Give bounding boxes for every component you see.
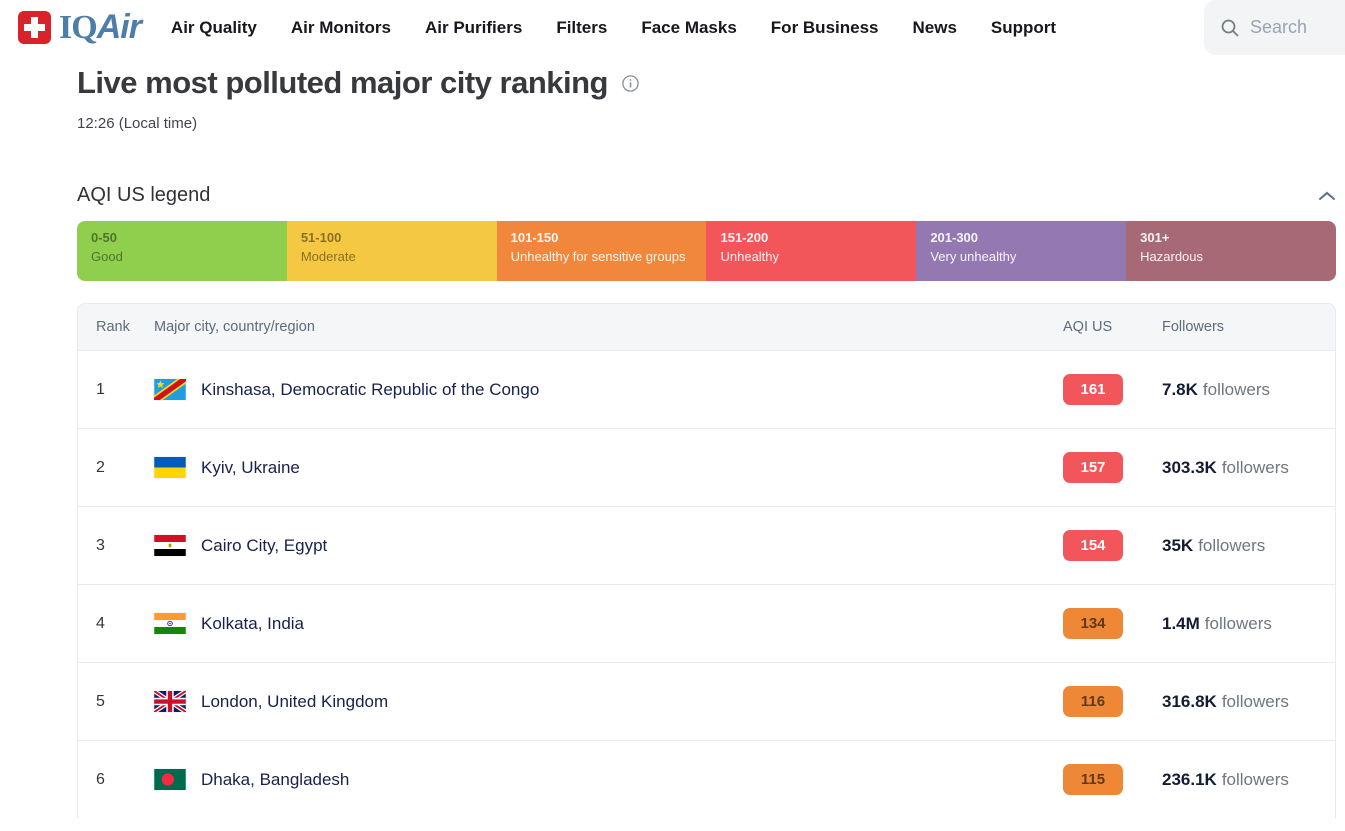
legend-title: AQI US legend [77, 184, 210, 207]
legend-band-unhealthy: 151-200 Unhealthy [706, 221, 916, 281]
header-city: Major city, country/region [154, 319, 1045, 335]
nav-item-air-quality[interactable]: Air Quality [171, 18, 257, 38]
header-followers: Followers [1125, 319, 1335, 335]
city-link[interactable]: London, United Kingdom [201, 692, 388, 712]
rank-value: 5 [78, 693, 154, 711]
band-range: 51-100 [301, 230, 483, 245]
table-row[interactable]: 5 London, United Kingdom 116 316.8K follo… [78, 662, 1335, 740]
aqi-legend-bar: 0-50 Good 51-100 Moderate 101-150 Unheal… [77, 221, 1336, 281]
nav-item-support[interactable]: Support [991, 18, 1056, 38]
table-row[interactable]: 6 Dhaka, Bangladesh 115 236.1K followers [78, 740, 1335, 818]
table-row[interactable]: 2 Kyiv, Ukraine 157 303.3K followers [78, 428, 1335, 506]
followers-label: followers [1205, 614, 1272, 633]
band-label: Unhealthy for sensitive groups [511, 249, 693, 264]
band-range: 0-50 [91, 230, 273, 245]
followers-label: followers [1222, 692, 1289, 711]
band-label: Moderate [301, 249, 483, 264]
rank-value: 1 [78, 381, 154, 399]
followers-label: followers [1222, 770, 1289, 789]
table-row[interactable]: 1 Kinshasa, Democratic Republic of the C… [78, 350, 1335, 428]
city-link[interactable]: Kolkata, India [201, 614, 304, 634]
aqi-badge: 161 [1063, 374, 1123, 405]
header-aqi: AQI US [1045, 319, 1125, 335]
aqi-badge: 154 [1063, 530, 1123, 561]
city-link[interactable]: Kinshasa, Democratic Republic of the Con… [201, 380, 539, 400]
country-flag-icon [154, 379, 186, 400]
main-nav: Air Quality Air Monitors Air Purifiers F… [171, 18, 1056, 38]
search-input[interactable]: Search [1204, 0, 1345, 55]
aqi-badge: 116 [1063, 686, 1123, 717]
band-range: 201-300 [930, 230, 1112, 245]
legend-band-usg: 101-150 Unhealthy for sensitive groups [497, 221, 707, 281]
city-link[interactable]: Cairo City, Egypt [201, 536, 327, 556]
followers-label: followers [1198, 536, 1265, 555]
search-placeholder: Search [1250, 17, 1307, 38]
info-icon[interactable] [622, 75, 639, 92]
country-flag-icon [154, 769, 186, 790]
legend-band-moderate: 51-100 Moderate [287, 221, 497, 281]
city-ranking-table: Rank Major city, country/region AQI US F… [77, 303, 1336, 818]
search-icon [1220, 18, 1240, 38]
iqair-logo[interactable]: IQAir [18, 8, 141, 47]
followers-count: 7.8K [1162, 380, 1198, 399]
swiss-cross-logo-icon [18, 11, 51, 44]
nav-item-for-business[interactable]: For Business [771, 18, 879, 38]
legend-band-hazardous: 301+ Hazardous [1126, 221, 1336, 281]
band-label: Good [91, 249, 273, 264]
nav-item-filters[interactable]: Filters [556, 18, 607, 38]
page-title: Live most polluted major city ranking [77, 65, 608, 101]
followers-label: followers [1222, 458, 1289, 477]
band-label: Very unhealthy [930, 249, 1112, 264]
followers-count: 236.1K [1162, 770, 1217, 789]
legend-band-very-unhealthy: 201-300 Very unhealthy [916, 221, 1126, 281]
header-rank: Rank [78, 319, 154, 335]
aqi-badge: 134 [1063, 608, 1123, 639]
local-time-label: 12:26 (Local time) [77, 115, 1336, 132]
table-row[interactable]: 3 Cairo City, Egypt 154 35K followers [78, 506, 1335, 584]
followers-count: 35K [1162, 536, 1193, 555]
band-range: 151-200 [720, 230, 902, 245]
rank-value: 4 [78, 615, 154, 633]
nav-item-face-masks[interactable]: Face Masks [641, 18, 736, 38]
table-header-row: Rank Major city, country/region AQI US F… [78, 304, 1335, 350]
city-link[interactable]: Kyiv, Ukraine [201, 458, 300, 478]
nav-item-air-purifiers[interactable]: Air Purifiers [425, 18, 522, 38]
band-range: 301+ [1140, 230, 1322, 245]
followers-label: followers [1203, 380, 1270, 399]
aqi-badge: 115 [1063, 764, 1123, 795]
rank-value: 2 [78, 459, 154, 477]
followers-count: 303.3K [1162, 458, 1217, 477]
logo-wordmark: IQAir [59, 8, 141, 47]
city-link[interactable]: Dhaka, Bangladesh [201, 770, 349, 790]
country-flag-icon [154, 691, 186, 712]
country-flag-icon [154, 457, 186, 478]
legend-band-good: 0-50 Good [77, 221, 287, 281]
rank-value: 6 [78, 771, 154, 789]
country-flag-icon [154, 613, 186, 634]
chevron-up-icon[interactable] [1318, 190, 1336, 202]
rank-value: 3 [78, 537, 154, 555]
nav-item-air-monitors[interactable]: Air Monitors [291, 18, 391, 38]
followers-count: 316.8K [1162, 692, 1217, 711]
nav-item-news[interactable]: News [913, 18, 957, 38]
followers-count: 1.4M [1162, 614, 1200, 633]
band-range: 101-150 [511, 230, 693, 245]
country-flag-icon [154, 535, 186, 556]
band-label: Unhealthy [720, 249, 902, 264]
band-label: Hazardous [1140, 249, 1322, 264]
aqi-badge: 157 [1063, 452, 1123, 483]
top-navigation-bar: IQAir Air Quality Air Monitors Air Purif… [0, 0, 1345, 55]
table-row[interactable]: 4 Kolkata, India 134 1.4M followers [78, 584, 1335, 662]
